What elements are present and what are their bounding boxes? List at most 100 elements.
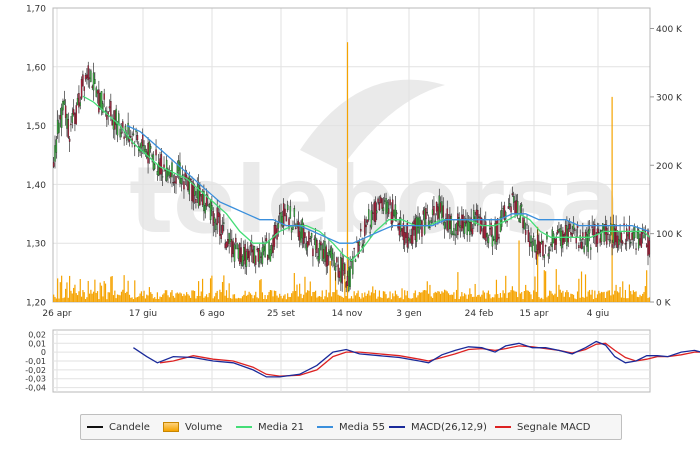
legend-item-ma55[interactable]: Media 55: [317, 415, 385, 439]
candle-body: [98, 89, 100, 113]
candle-body: [326, 255, 329, 266]
candle-body: [213, 217, 216, 223]
volume-bar: [291, 293, 293, 302]
volume-bar: [55, 298, 57, 302]
volume-bar: [446, 291, 448, 302]
candle-body: [631, 232, 633, 241]
volume-bar: [98, 299, 100, 302]
candle-body: [596, 228, 599, 244]
legend-item-ma21[interactable]: Media 21: [236, 415, 304, 439]
candle-body: [616, 235, 619, 248]
legend-item-volume[interactable]: Volume: [163, 415, 222, 439]
candle-body: [538, 240, 540, 255]
candle-body: [362, 243, 365, 247]
volume-bar: [312, 292, 314, 302]
candle-body: [493, 239, 495, 241]
volume-bar: [588, 290, 591, 302]
legend-swatch-volume: [163, 422, 179, 432]
candle-body: [305, 243, 308, 251]
candle-body: [584, 232, 587, 237]
candle-body: [155, 149, 157, 156]
volume-bar: [498, 297, 500, 302]
volume-bar: [194, 290, 196, 302]
candle-body: [220, 233, 222, 240]
volume-bar: [576, 291, 579, 302]
volume-bar: [388, 297, 390, 302]
volume-bar: [426, 281, 428, 302]
candle-body: [510, 206, 512, 213]
volume-bar: [304, 276, 306, 302]
candle-body: [566, 225, 568, 246]
candle-body: [434, 220, 436, 222]
volume-bar: [369, 295, 371, 302]
candle-body: [491, 234, 494, 247]
volume-bar: [255, 291, 257, 302]
volume-bar: [338, 295, 341, 302]
volume-tick-label: 200 K: [656, 162, 683, 172]
candle-body: [321, 244, 323, 261]
volume-bar: [76, 295, 79, 302]
volume-bar: [365, 295, 367, 302]
candle-body: [317, 256, 319, 262]
volume-bar: [152, 298, 154, 302]
candle-body: [514, 201, 516, 215]
volume-bar: [449, 295, 451, 302]
candle-body: [144, 149, 147, 152]
candle-body: [551, 229, 553, 248]
volume-bar: [221, 281, 224, 302]
volume-bar: [461, 292, 463, 302]
volume-bar: [332, 292, 334, 302]
candle-body: [225, 241, 228, 248]
volume-bar: [624, 289, 627, 302]
legend-label-signal: Segnale MACD: [517, 421, 591, 433]
volume-bar: [529, 291, 531, 302]
volume-bar: [534, 276, 536, 302]
volume-bar: [478, 294, 480, 302]
candle-body: [540, 240, 543, 244]
volume-bar: [357, 290, 359, 302]
volume-bar: [110, 276, 112, 302]
volume-bar: [90, 289, 92, 302]
volume-bar: [297, 296, 299, 302]
volume-bar: [479, 296, 482, 302]
candle-body: [522, 217, 524, 229]
candle-body: [389, 199, 391, 206]
candle-body: [618, 239, 620, 246]
legend-item-candles[interactable]: Candele: [87, 415, 150, 439]
candle-body: [132, 133, 135, 135]
candle-body: [334, 266, 337, 271]
candle-body: [277, 223, 280, 229]
candle-body: [583, 246, 585, 253]
candle-body: [647, 229, 649, 256]
volume-bar: [245, 295, 248, 302]
macd-tick-label: -0,04: [25, 384, 46, 393]
x-tick-label: 25 set: [267, 309, 296, 319]
volume-bar: [143, 290, 145, 302]
volume-bar: [59, 282, 61, 302]
chart-legend: Candele Volume Media 21 Media 55 MACD(26,12,…: [80, 414, 622, 440]
legend-item-macd[interactable]: MACD(26,12,9): [389, 415, 487, 439]
candle-body: [449, 214, 451, 229]
volume-bar: [78, 291, 80, 302]
volume-bar: [79, 279, 81, 302]
candle-body: [219, 213, 221, 236]
volume-bar: [607, 290, 609, 302]
candle-body: [391, 199, 394, 223]
candle-body: [251, 244, 253, 253]
candle-body: [336, 257, 338, 263]
candle-body: [643, 234, 645, 239]
legend-label-candles: Candele: [109, 421, 150, 433]
volume-bar: [556, 296, 559, 302]
volume-bar: [648, 297, 650, 302]
volume-bar: [539, 298, 541, 302]
candle-body: [534, 239, 536, 252]
volume-bar: [409, 298, 411, 302]
candle-body: [256, 248, 258, 251]
legend-item-signal[interactable]: Segnale MACD: [495, 415, 590, 439]
candle-body: [223, 222, 225, 224]
legend-swatch-candles: [87, 426, 103, 428]
volume-bar: [63, 297, 65, 302]
volume-bar: [485, 298, 487, 302]
candle-body: [435, 201, 438, 212]
volume-bar: [330, 296, 333, 302]
